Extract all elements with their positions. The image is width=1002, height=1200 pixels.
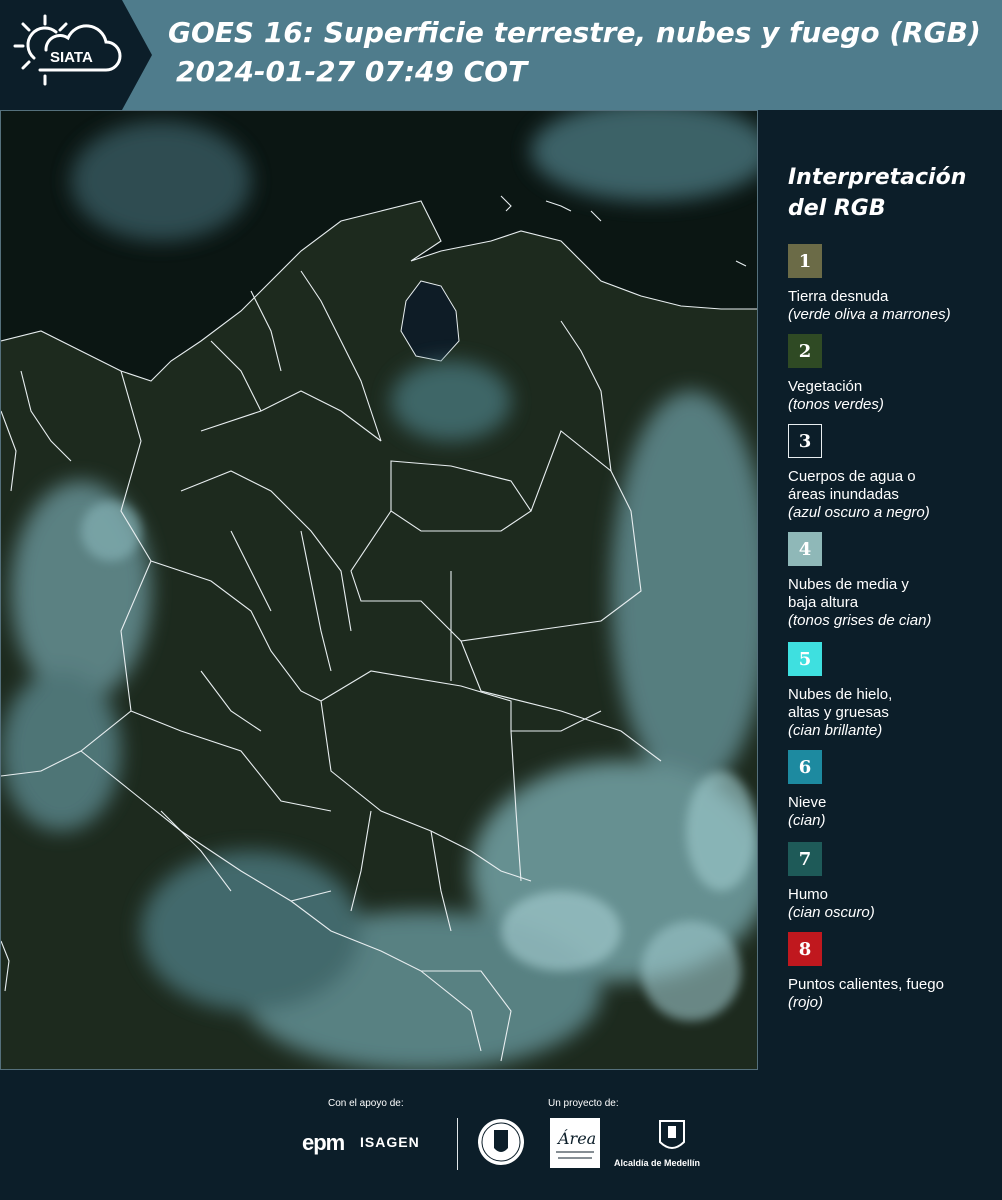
legend-note: (tonos grises de cian) [788,612,932,629]
legend-swatch: 8 [788,932,822,966]
legend-item-fire: 8 Puntos calientes, fuego (rojo) [788,932,998,1012]
legend-label: Vegetación [788,378,863,395]
epm-logo: epm [302,1130,345,1155]
logo-text: SIATA [50,49,93,66]
sun-cloud-icon: SIATA [13,14,122,86]
legend-item-ice-clouds: 5 Nubes de hielo, altas y gruesas (cian … [788,642,998,740]
legend-label: Nubes de media y baja altura [788,576,909,611]
legend-item-water: 3 Cuerpos de agua o áreas inundadas (azu… [788,424,998,522]
area-logo-text: Área [556,1128,596,1148]
legend-note: (tonos verdes) [788,396,884,413]
project-caption: Un proyecto de: [548,1098,619,1109]
legend-note: (verde oliva a marrones) [788,306,951,323]
legend-swatch: 7 [788,842,822,876]
legend-swatch: 1 [788,244,822,278]
legend-label: Cuerpos de agua o áreas inundadas [788,468,916,503]
page-title: GOES 16: Superficie terrestre, nubes y f… [168,16,981,49]
area-metropolitana-logo: Área [550,1118,600,1168]
legend-swatch: 2 [788,334,822,368]
medellin-text: Alcaldía de Medellín [613,1158,701,1168]
footer-divider [457,1118,458,1170]
antioquia-seal-icon [478,1119,524,1165]
legend-swatch: 6 [788,750,822,784]
header-bar: SIATA GOES 16: Superficie terrestre, nub… [0,0,1002,110]
medellin-shield-icon [659,1120,685,1149]
legend-item-bare-soil: 1 Tierra desnuda (verde oliva a marrones… [788,244,998,324]
legend-note: (azul oscuro a negro) [788,504,930,521]
legend-note: (cian oscuro) [788,904,875,921]
legend-note: (rojo) [788,994,824,1011]
legend-item-smoke: 7 Humo (cian oscuro) [788,842,998,922]
satellite-map[interactable] [0,110,758,1070]
footer-bar: Con el apoyo de: Un proyecto de: epm ISA… [0,1070,1002,1200]
legend-label: Tierra desnuda [788,288,889,305]
legend-label: Puntos calientes, fuego [788,976,944,993]
legend-item-low-clouds: 4 Nubes de media y baja altura (tonos gr… [788,532,998,630]
legend-note: (cian) [788,812,826,829]
legend-swatch: 3 [788,424,822,458]
legend-panel: Interpretación del RGB 1 Tierra desnuda … [770,110,1002,1070]
map-canvas [1,111,757,1069]
legend-label: Nubes de hielo, altas y gruesas [788,686,893,721]
legend-swatch: 4 [788,532,822,566]
isagen-logo: ISAGEN [360,1134,420,1150]
area-logo-mark: Área [556,1128,596,1159]
legend-title: Interpretación del RGB [788,165,967,221]
legend-label: Humo [788,886,829,903]
timestamp: 2024-01-27 07:49 COT [176,55,528,88]
legend-swatch: 5 [788,642,822,676]
siata-logo: SIATA [0,0,152,110]
legend-note: (cian brillante) [788,722,883,739]
legend-item-snow: 6 Nieve (cian) [788,750,998,830]
legend-item-vegetation: 2 Vegetación (tonos verdes) [788,334,998,414]
alcaldia-medellin-logo: Alcaldía de Medellín [612,1118,702,1172]
legend-label: Nieve [788,794,827,811]
support-caption: Con el apoyo de: [328,1098,404,1109]
